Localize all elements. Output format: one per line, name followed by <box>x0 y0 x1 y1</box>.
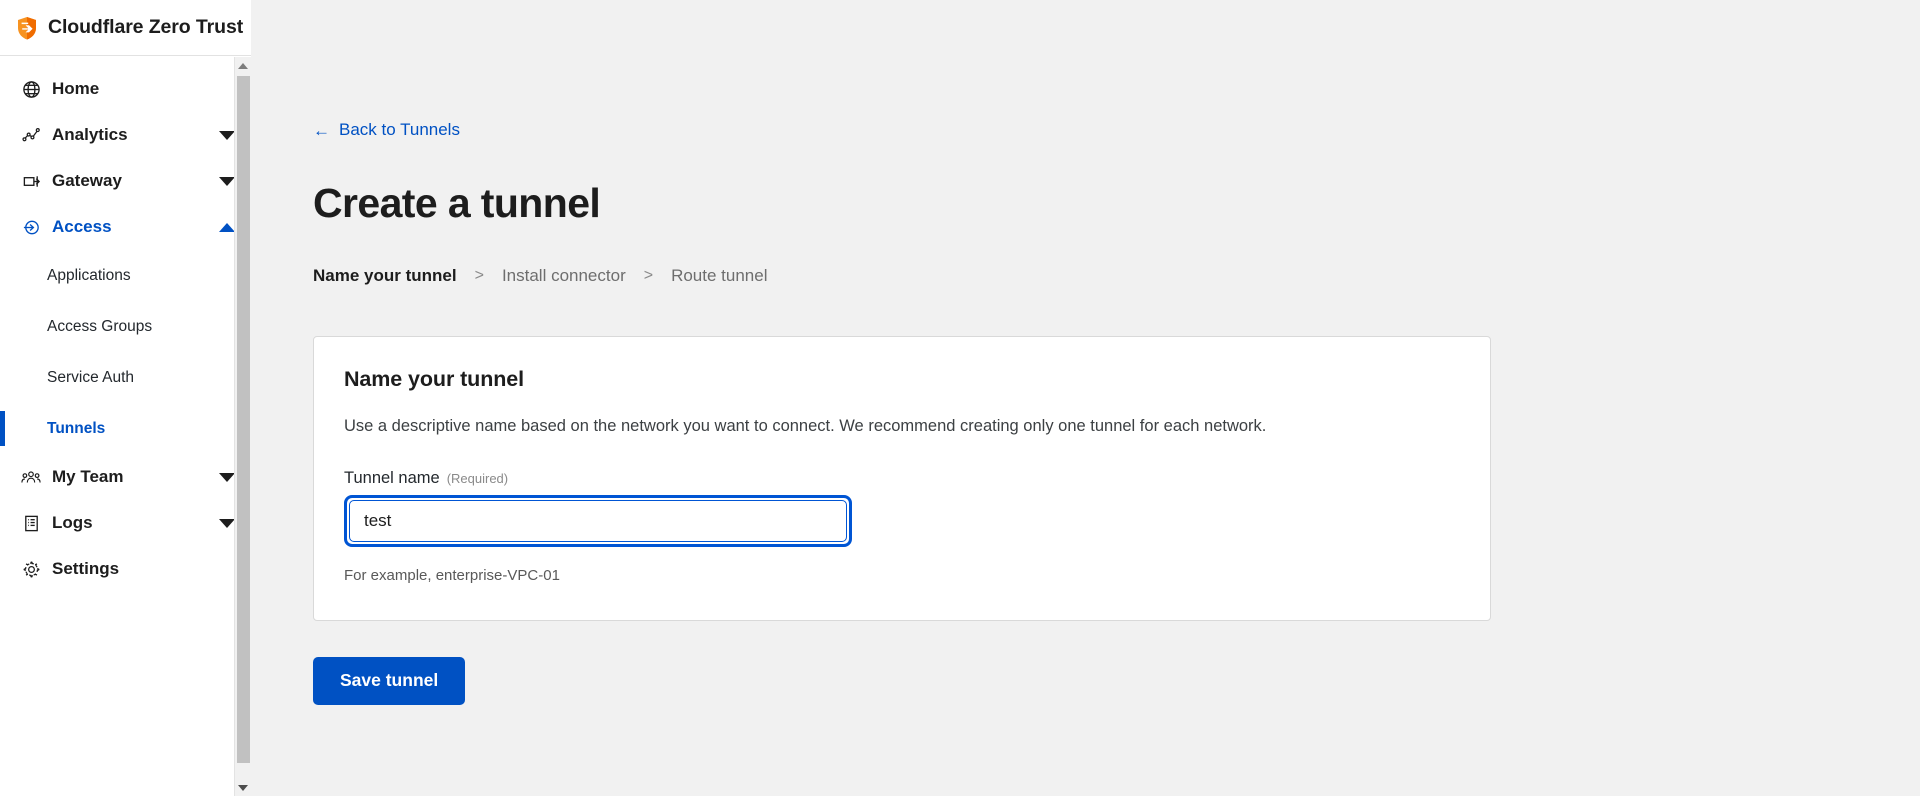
sidebar-subitem-label: Applications <box>47 267 131 285</box>
scroll-up-arrow-icon[interactable] <box>235 57 252 74</box>
page-title: Create a tunnel <box>313 180 1920 227</box>
back-link-label: Back to Tunnels <box>339 120 460 140</box>
step-name-your-tunnel[interactable]: Name your tunnel <box>313 266 457 286</box>
sidebar-item-settings[interactable]: Settings <box>0 546 251 592</box>
globe-icon <box>20 78 42 100</box>
scrollbar-thumb[interactable] <box>237 76 250 763</box>
sidebar-item-label: Analytics <box>52 125 128 145</box>
chevron-up-icon[interactable] <box>219 223 235 232</box>
sidebar-item-tunnels[interactable]: Tunnels <box>0 403 251 454</box>
tunnel-name-field-group: Tunnel name (Required) For example, ente… <box>344 469 1460 584</box>
tunnel-name-label: Tunnel name (Required) <box>344 469 1460 488</box>
sidebar: Cloudflare Zero Trust Home <box>0 0 251 796</box>
step-separator: > <box>626 267 671 285</box>
chevron-down-icon[interactable] <box>219 473 235 482</box>
sidebar-item-analytics[interactable]: Analytics <box>0 112 251 158</box>
sidebar-item-access[interactable]: Access <box>0 204 251 250</box>
gateway-arrow-icon <box>20 170 42 192</box>
sidebar-item-label: Logs <box>52 513 93 533</box>
sidebar-nav: Home Analytics <box>0 56 251 796</box>
scroll-down-arrow-icon[interactable] <box>235 779 252 796</box>
main-content: ← Back to Tunnels Create a tunnel Name y… <box>251 0 1920 796</box>
access-login-icon <box>20 216 42 238</box>
scrollbar-track[interactable] <box>235 74 252 779</box>
step-route-tunnel[interactable]: Route tunnel <box>671 266 767 286</box>
chevron-down-icon[interactable] <box>219 177 235 186</box>
sidebar-item-label: Home <box>52 79 99 99</box>
sidebar-item-access-groups[interactable]: Access Groups <box>0 301 251 352</box>
sidebar-item-label: Access <box>52 217 112 237</box>
cloudflare-shield-icon <box>16 16 38 40</box>
sidebar-item-applications[interactable]: Applications <box>0 250 251 301</box>
sidebar-item-service-auth[interactable]: Service Auth <box>0 352 251 403</box>
sidebar-subitem-label: Service Auth <box>47 369 134 387</box>
sidebar-scrollbar[interactable] <box>234 57 251 796</box>
document-list-icon <box>20 512 42 534</box>
chevron-down-icon[interactable] <box>219 131 235 140</box>
sidebar-subitem-label: Tunnels <box>47 420 105 438</box>
save-tunnel-button[interactable]: Save tunnel <box>313 657 465 705</box>
back-arrow-icon: ← <box>313 122 330 139</box>
analytics-line-icon <box>20 124 42 146</box>
card-description: Use a descriptive name based on the netw… <box>344 415 1460 438</box>
brand-header: Cloudflare Zero Trust <box>0 0 251 56</box>
brand-title: Cloudflare Zero Trust <box>48 16 243 39</box>
gear-icon <box>20 558 42 580</box>
people-group-icon <box>20 466 42 488</box>
card-title: Name your tunnel <box>344 367 1460 392</box>
step-install-connector[interactable]: Install connector <box>502 266 626 286</box>
back-to-tunnels-link[interactable]: ← Back to Tunnels <box>313 120 460 140</box>
chevron-down-icon[interactable] <box>219 519 235 528</box>
step-separator: > <box>457 267 502 285</box>
step-breadcrumb: Name your tunnel > Install connector > R… <box>313 266 1920 286</box>
tunnel-name-input-focus-ring <box>344 495 852 547</box>
sidebar-item-home[interactable]: Home <box>0 66 251 112</box>
sidebar-item-gateway[interactable]: Gateway <box>0 158 251 204</box>
sidebar-item-label: Settings <box>52 559 119 579</box>
tunnel-name-input[interactable] <box>349 500 847 542</box>
app-root: Cloudflare Zero Trust Home <box>0 0 1920 796</box>
sidebar-item-logs[interactable]: Logs <box>0 500 251 546</box>
sidebar-item-label: Gateway <box>52 171 122 191</box>
sidebar-item-my-team[interactable]: My Team <box>0 454 251 500</box>
sidebar-subitem-label: Access Groups <box>47 318 152 336</box>
tunnel-name-help-text: For example, enterprise-VPC-01 <box>344 567 1460 584</box>
sidebar-item-label: My Team <box>52 467 124 487</box>
name-your-tunnel-card: Name your tunnel Use a descriptive name … <box>313 336 1491 621</box>
tunnel-name-label-text: Tunnel name <box>344 469 440 488</box>
required-indicator: (Required) <box>447 471 508 486</box>
